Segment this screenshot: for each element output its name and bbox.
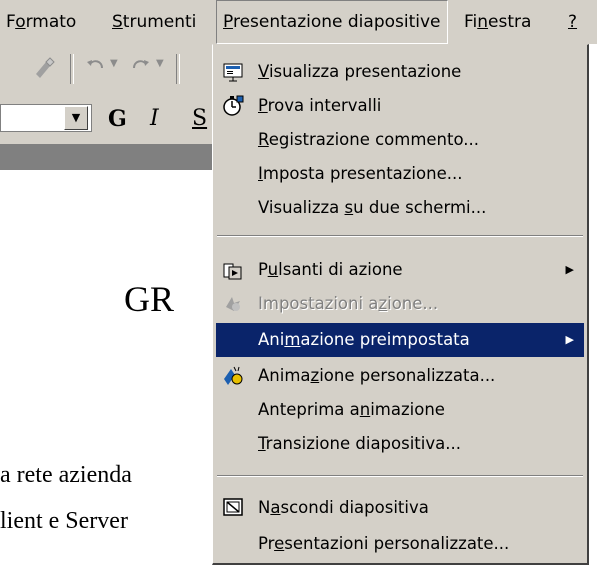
underline-button[interactable]: S: [192, 106, 207, 131]
menu-presentazione-diapositive[interactable]: Presentazione diapositive: [216, 0, 448, 44]
submenu-arrow-icon: ▶: [565, 263, 574, 276]
menu-bar: Formato Strumenti Presentazione diaposit…: [0, 0, 597, 44]
custom-animation-icon: [222, 365, 244, 387]
presentazione-diapositive-menu: Visualizza presentazione Prova intervall…: [212, 44, 589, 565]
menu-item-animazione-personalizzata[interactable]: Animazione personalizzata...: [216, 359, 584, 393]
toolbar-separator: [176, 54, 180, 84]
slide-title: GR: [124, 279, 175, 319]
slide-text-line: a rete azienda: [0, 462, 132, 488]
toolbar-separator: [70, 54, 74, 84]
menu-item-animazione-preimpostata[interactable]: Animazione preimpostata ▶: [216, 323, 584, 357]
redo-icon[interactable]: [130, 56, 152, 83]
formatting-toolbar: ▼ G I S: [0, 94, 220, 144]
menu-item-impostazioni-azione: Impostazioni azione...: [216, 287, 584, 321]
menu-finestra[interactable]: Finestra: [458, 0, 537, 44]
hide-slide-icon: [222, 497, 244, 519]
menu-item-prova-intervalli[interactable]: Prova intervalli: [216, 89, 584, 123]
standard-toolbar: ▼ ▼: [0, 44, 220, 94]
slide-text-line: lient e Server: [0, 508, 128, 534]
menu-help[interactable]: ?: [562, 0, 583, 44]
slide-pane-header: [0, 144, 220, 170]
bold-button[interactable]: G: [108, 106, 127, 132]
format-painter-icon[interactable]: [30, 54, 56, 85]
menu-divider: [217, 475, 583, 477]
menu-formato[interactable]: Formato: [0, 0, 82, 44]
action-settings-icon: [222, 293, 244, 315]
menu-item-nascondi-diapositiva[interactable]: Nascondi diapositiva: [216, 491, 584, 525]
slideshow-icon: [222, 61, 244, 83]
undo-dropdown-icon[interactable]: ▼: [110, 58, 118, 69]
menu-item-visualizza-presentazione[interactable]: Visualizza presentazione: [216, 55, 584, 89]
redo-dropdown-icon[interactable]: ▼: [156, 58, 164, 69]
italic-button[interactable]: I: [150, 106, 159, 131]
menu-item-presentazioni-personalizzate[interactable]: Presentazioni personalizzate...: [216, 527, 584, 561]
menu-item-imposta-presentazione[interactable]: Imposta presentazione...: [216, 157, 584, 191]
menu-divider: [217, 235, 583, 237]
stopwatch-icon: [222, 95, 244, 117]
menu-item-anteprima-animazione[interactable]: Anteprima animazione: [216, 393, 584, 427]
menu-item-pulsanti-di-azione[interactable]: Pulsanti di azione ▶: [216, 253, 584, 287]
menu-strumenti[interactable]: Strumenti: [106, 0, 202, 44]
font-size-dropdown-icon[interactable]: ▼: [64, 106, 88, 130]
menu-item-registrazione-commento[interactable]: Registrazione commento...: [216, 123, 584, 157]
submenu-arrow-icon: ▶: [565, 333, 574, 346]
menu-item-transizione-diapositiva[interactable]: Transizione diapositiva...: [216, 427, 584, 461]
action-button-icon: [222, 259, 244, 281]
undo-icon[interactable]: [84, 56, 106, 83]
menu-item-visualizza-su-due-schermi[interactable]: Visualizza su due schermi...: [216, 191, 584, 225]
